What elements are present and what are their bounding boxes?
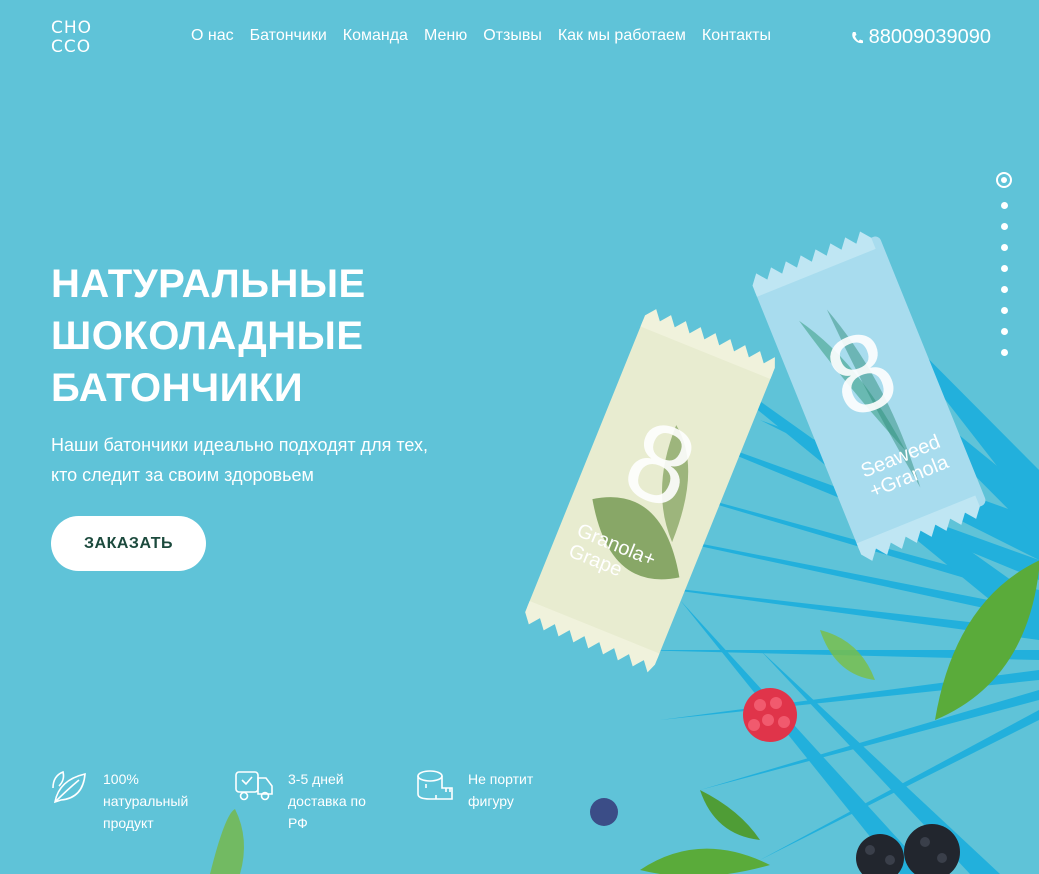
feature-line: фигуру [468, 793, 514, 809]
measuring-tape-icon [417, 770, 453, 800]
feature-line: РФ [288, 815, 308, 831]
pagination-dot-active[interactable] [996, 172, 1012, 188]
feature-line: натуральный [103, 793, 189, 809]
nav-link-team[interactable]: Команда [343, 27, 408, 45]
blackberry-illustration [856, 824, 960, 874]
logo[interactable]: CHO CCO [51, 19, 92, 57]
pagination-dot[interactable] [1000, 307, 1008, 314]
phone-link[interactable]: 88009039090 [851, 26, 991, 49]
bar-right-line1: Seaweed [858, 431, 944, 483]
raspberry-illustration [743, 688, 797, 742]
green-leaf-illustration [935, 560, 1039, 720]
order-button[interactable]: ЗАКАЗАТЬ [51, 516, 206, 571]
green-leaf-illustration [700, 790, 760, 840]
hero-title-line: ШОКОЛАДНЫЕ [51, 314, 364, 358]
nav-link-contacts[interactable]: Контакты [702, 27, 771, 45]
granola-bar-seaweed: 8 Seaweed +Granola [752, 231, 986, 561]
nav-link-about[interactable]: О нас [191, 27, 234, 45]
feature-line: продукт [103, 815, 154, 831]
feature-natural: 100% натуральный продукт [51, 768, 188, 834]
green-leaf-illustration [820, 630, 875, 680]
bar-right-line2: +Granola [867, 451, 953, 503]
hero-title-line: БАТОНЧИКИ [51, 366, 304, 410]
section-pagination [995, 172, 1013, 356]
feature-line: Не портит [468, 771, 534, 787]
leaf-icon [52, 770, 86, 804]
bar-left-line2: Grape [565, 540, 625, 581]
phone-icon [851, 31, 863, 43]
pagination-dot[interactable] [1000, 223, 1008, 230]
feature-text: 100% натуральный продукт [103, 768, 188, 834]
hero-subtitle-line: кто следит за своим здоровьем [51, 465, 314, 485]
logo-line1: CHO [51, 18, 93, 38]
palm-leaf-illustration [580, 290, 1039, 874]
bar-left-number: 8 [609, 396, 712, 533]
pagination-dot[interactable] [1000, 202, 1008, 209]
hero-subtitle: Наши батончики идеально подходят для тех… [51, 430, 451, 490]
bar-left-line1: Granola+ [574, 520, 659, 571]
pagination-dot[interactable] [1000, 286, 1008, 293]
pagination-dot[interactable] [1000, 265, 1008, 272]
logo-line2: CCO [51, 37, 92, 57]
nav-link-how-we-work[interactable]: Как мы работаем [558, 27, 686, 45]
hero-title: НАТУРАЛЬНЫЕ ШОКОЛАДНЫЕ БАТОНЧИКИ [51, 258, 471, 414]
feature-text: 3-5 дней доставка по РФ [288, 768, 366, 834]
feature-delivery: 3-5 дней доставка по РФ [234, 768, 366, 834]
pagination-dot[interactable] [1000, 349, 1008, 356]
pagination-dot[interactable] [1000, 244, 1008, 251]
phone-number: 88009039090 [868, 26, 991, 48]
bar-right-number: 8 [810, 305, 913, 442]
green-leaf-illustration [640, 848, 770, 874]
feature-figure: Не портит фигуру [416, 768, 533, 812]
blueberry-illustration [590, 798, 618, 826]
feature-line: 3-5 дней [288, 771, 344, 787]
pagination-dot[interactable] [1000, 328, 1008, 335]
main-nav: О нас Батончики Команда Меню Отзывы Как … [191, 27, 771, 45]
nav-link-menu[interactable]: Меню [424, 27, 467, 45]
site-header: CHO CCO О нас Батончики Команда Меню Отз… [0, 0, 1039, 76]
granola-bar-grape: 8 Granola+ Grape [525, 309, 775, 673]
hero-subtitle-line: Наши батончики идеально подходят для тех… [51, 435, 428, 455]
feature-line: 100% [103, 771, 139, 787]
feature-text: Не портит фигуру [468, 768, 533, 812]
nav-link-bars[interactable]: Батончики [250, 27, 327, 45]
feature-line: доставка по [288, 793, 366, 809]
nav-link-reviews[interactable]: Отзывы [483, 27, 542, 45]
delivery-truck-icon [235, 771, 273, 801]
hero-title-line: НАТУРАЛЬНЫЕ [51, 262, 366, 306]
